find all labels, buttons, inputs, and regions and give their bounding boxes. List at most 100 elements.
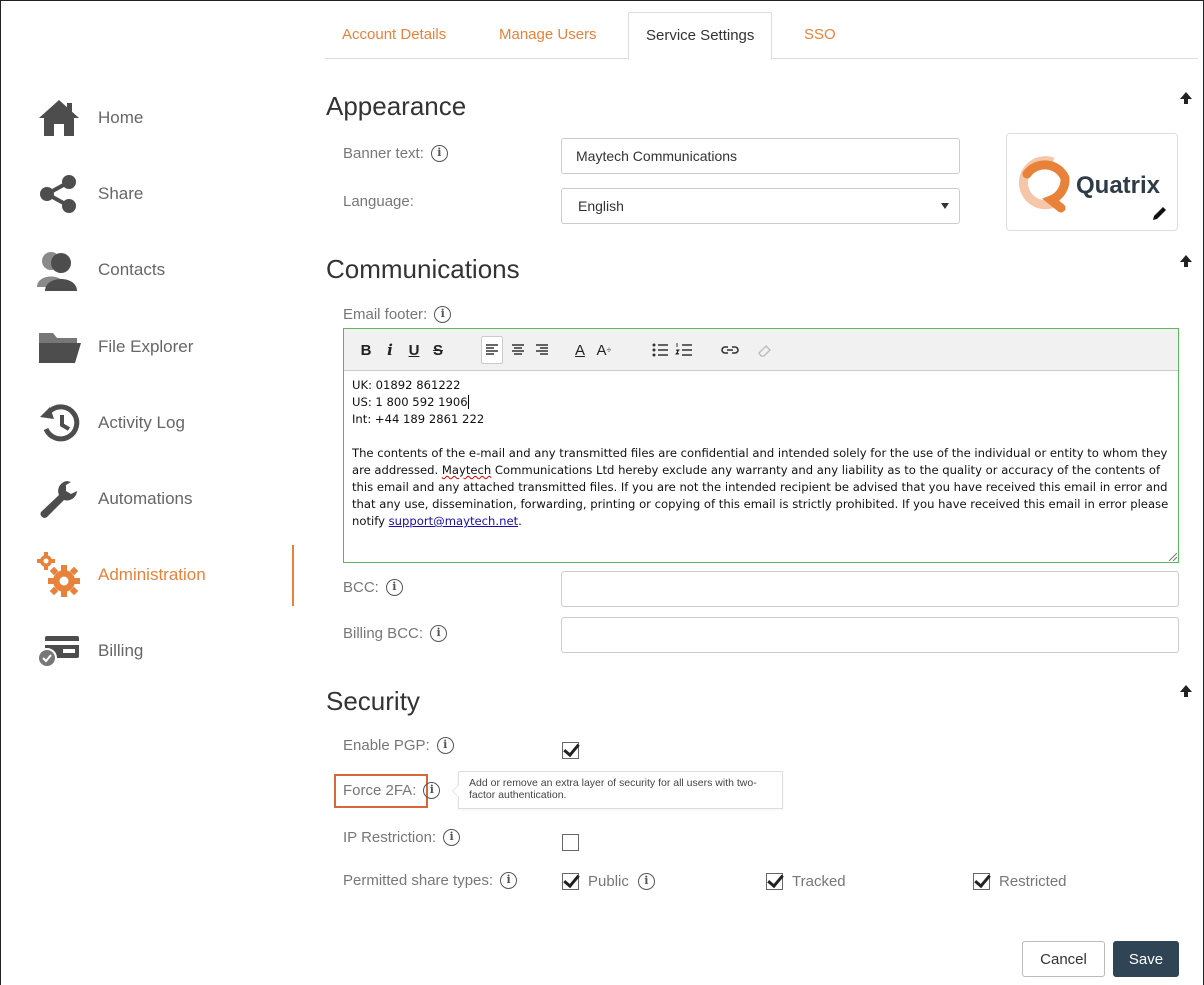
align-center-icon — [512, 344, 524, 355]
bcc-label: BCC: i — [343, 579, 403, 596]
email-footer-content[interactable]: UK: 01892 861222 US: 1 800 592 1906 Int:… — [352, 377, 1170, 530]
billing-icon — [36, 628, 82, 674]
ip-restriction-checkbox[interactable] — [562, 834, 579, 851]
resize-handle-icon[interactable] — [1167, 551, 1177, 561]
gears-icon — [36, 552, 82, 598]
history-icon — [36, 400, 82, 446]
align-center-button[interactable] — [506, 336, 530, 364]
section-title-security: Security — [326, 686, 420, 716]
sidebar-item-home[interactable]: Home — [0, 88, 300, 148]
footer-disclaimer: The contents of the e-mail and any trans… — [352, 446, 1169, 528]
sidebar-item-label: Billing — [98, 641, 144, 660]
sidebar-item-label: Home — [98, 108, 144, 127]
section-title-appearance: Appearance — [326, 91, 467, 121]
sidebar-item-label: File Explorer — [98, 337, 194, 356]
italic-button[interactable]: i — [378, 336, 402, 364]
insert-link-button[interactable] — [718, 336, 742, 364]
numbered-list-button[interactable] — [672, 336, 696, 364]
sidebar-item-administration[interactable]: Administration — [0, 545, 300, 605]
sidebar-item-contacts[interactable]: Contacts — [0, 240, 300, 300]
info-icon[interactable]: i — [430, 145, 448, 162]
billing-bcc-input[interactable] — [561, 617, 1179, 653]
info-icon[interactable]: i — [430, 625, 448, 642]
folder-icon — [36, 324, 82, 370]
billing-bcc-label: Billing BCC: i — [343, 625, 448, 642]
info-icon[interactable]: i — [434, 306, 452, 323]
info-icon[interactable]: i — [500, 872, 518, 889]
email-footer-label: Email footer: i — [343, 306, 452, 323]
home-icon — [36, 95, 82, 141]
contacts-icon — [36, 247, 82, 293]
language-label: Language: — [343, 193, 414, 210]
info-icon[interactable]: i — [637, 872, 655, 890]
numbered-list-icon — [675, 343, 692, 356]
svg-text:Quatrix: Quatrix — [1076, 172, 1161, 199]
permitted-share-types-label: Permitted share types: i — [343, 872, 518, 889]
link-icon — [721, 346, 739, 354]
email-footer-editor[interactable]: B i U S A A ÷ UK: 01892 861222 US: 1 800 … — [343, 328, 1179, 563]
edit-pencil-icon[interactable] — [1151, 204, 1169, 222]
section-title-communications: Communications — [326, 254, 520, 284]
editor-toolbar: B i U S A A ÷ — [344, 329, 1178, 371]
restricted-checkbox[interactable] — [973, 872, 990, 890]
bullet-list-button[interactable] — [648, 336, 672, 364]
sidebar-item-label: Automations — [98, 489, 193, 508]
language-select[interactable]: English — [561, 188, 960, 224]
tracked-checkbox[interactable] — [766, 872, 783, 890]
banner-text-input[interactable]: Maytech Communications — [561, 138, 960, 174]
sidebar-item-label: Share — [98, 184, 144, 203]
clear-format-button[interactable] — [752, 336, 776, 364]
sidebar-item-label: Administration — [98, 565, 206, 584]
settings-tabs: Account Details Manage Users Service Set… — [325, 12, 1198, 60]
sidebar-item-label: Contacts — [98, 260, 166, 279]
strikethrough-button[interactable]: S — [426, 336, 450, 364]
ip-restriction-label: IP Restriction: i — [343, 829, 461, 846]
align-left-button[interactable] — [481, 336, 503, 364]
info-icon[interactable]: i — [423, 782, 441, 799]
tab-sso[interactable]: SSO — [787, 12, 853, 59]
info-icon[interactable]: i — [436, 737, 454, 754]
save-button[interactable]: Save — [1113, 941, 1179, 977]
share-type-public[interactable]: Public i — [562, 871, 655, 891]
scroll-up-arrow-icon[interactable] — [1179, 91, 1193, 105]
sidebar-item-activity-log[interactable]: Activity Log — [0, 393, 300, 453]
align-right-icon — [536, 344, 548, 355]
tab-service-settings[interactable]: Service Settings — [628, 12, 773, 60]
scroll-up-arrow-icon[interactable] — [1179, 684, 1193, 698]
chevron-down-icon — [941, 203, 949, 209]
bullet-list-icon — [652, 343, 668, 357]
bold-button[interactable]: B — [354, 336, 378, 364]
underline-button[interactable]: U — [402, 336, 426, 364]
enable-pgp-label: Enable PGP: i — [343, 737, 454, 754]
support-email-link[interactable]: support@maytech.net — [389, 514, 518, 528]
enable-pgp-checkbox[interactable] — [562, 742, 579, 759]
sidebar-item-label: Activity Log — [98, 413, 185, 432]
public-checkbox[interactable] — [562, 872, 579, 890]
font-size-button[interactable]: A ÷ — [592, 336, 616, 364]
align-left-icon — [486, 344, 498, 355]
logo-upload[interactable]: Quatrix — [1006, 133, 1178, 231]
wrench-icon — [36, 476, 82, 522]
tab-manage-users[interactable]: Manage Users — [482, 12, 614, 59]
sidebar-item-automations[interactable]: Automations — [0, 469, 300, 529]
sidebar-item-share[interactable]: Share — [0, 164, 300, 224]
text-cursor — [467, 395, 469, 409]
info-icon[interactable]: i — [443, 829, 461, 846]
font-color-button[interactable]: A — [568, 336, 592, 364]
share-type-tracked[interactable]: Tracked — [766, 871, 846, 891]
info-icon[interactable]: i — [385, 579, 403, 596]
scroll-up-arrow-icon[interactable] — [1179, 254, 1193, 268]
share-type-restricted[interactable]: Restricted — [973, 871, 1067, 891]
active-indicator — [292, 545, 294, 606]
cancel-button[interactable]: Cancel — [1022, 941, 1105, 977]
sidebar-item-file-explorer[interactable]: File Explorer — [0, 317, 300, 377]
banner-text-label: Banner text: i — [343, 145, 448, 162]
eraser-icon — [758, 345, 771, 357]
force-2fa-label: Force 2FA: i — [343, 782, 441, 799]
tab-account-details[interactable]: Account Details — [325, 12, 463, 59]
bcc-input[interactable] — [561, 571, 1179, 607]
share-icon — [36, 171, 82, 217]
sidebar-item-billing[interactable]: Billing — [0, 621, 300, 681]
force-2fa-tooltip: Add or remove an extra layer of security… — [452, 771, 783, 809]
align-right-button[interactable] — [530, 336, 554, 364]
